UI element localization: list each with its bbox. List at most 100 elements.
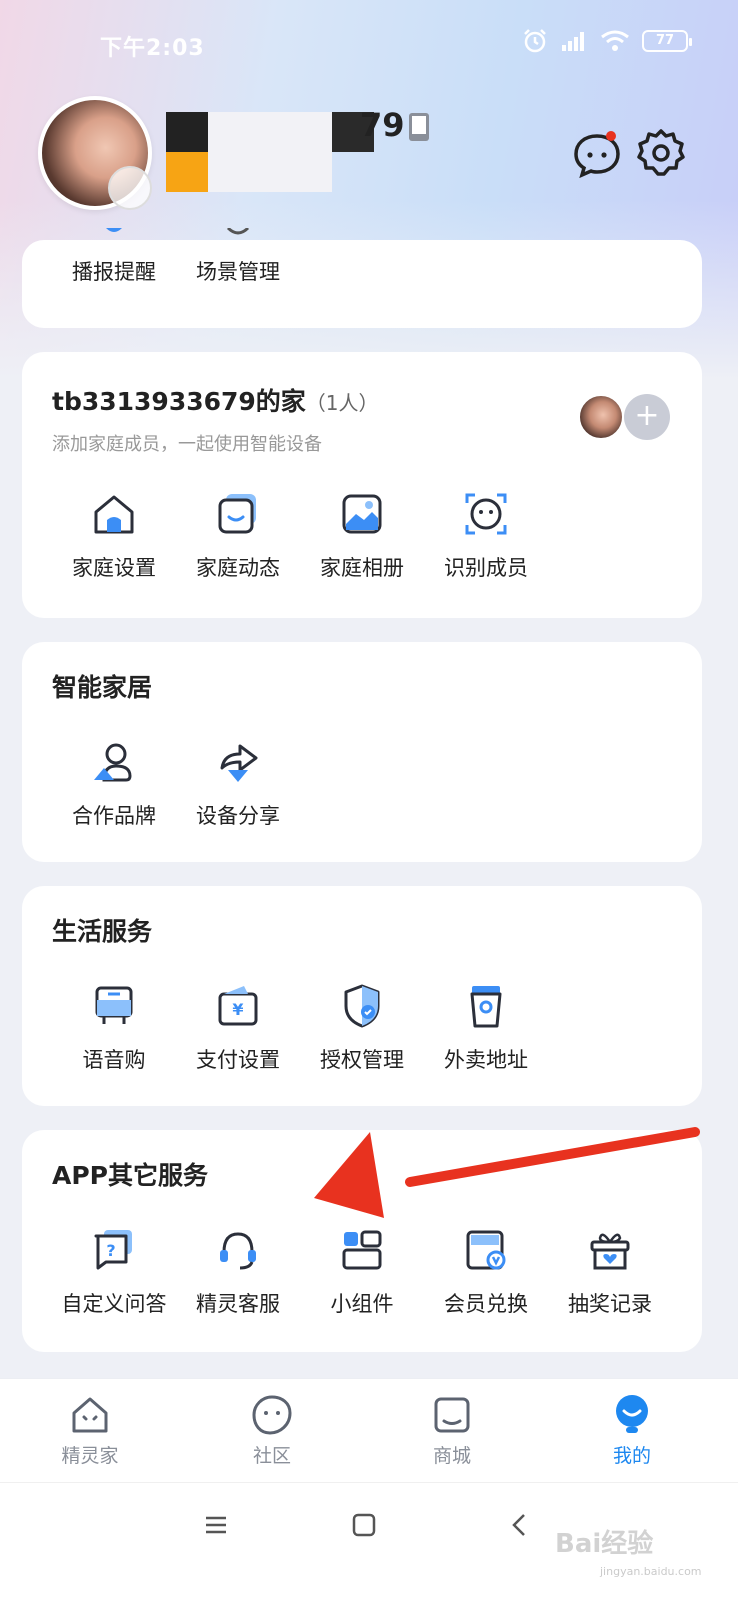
redacted-block (166, 152, 208, 192)
grid-item-partner-brand[interactable]: 合作品牌 (52, 738, 176, 830)
widget-icon (342, 1230, 382, 1270)
family-feed-icon (218, 494, 256, 534)
grid-item-label: 家庭动态 (196, 556, 280, 580)
redacted-block (166, 112, 208, 152)
scene-icon (226, 228, 250, 235)
grid-item-label: 合作品牌 (72, 804, 156, 828)
tab-mall[interactable]: 商城 (392, 1393, 512, 1468)
grid-item-broadcast[interactable]: 播报提醒 (52, 228, 176, 286)
status-time: 下午2:03 (100, 36, 205, 61)
grid-item-label: 小组件 (330, 1292, 394, 1316)
grid-item-label: 设备分享 (196, 804, 280, 828)
annotation-arrow (314, 1127, 700, 1218)
grid-item-lottery-record[interactable]: 抽奖记录 (548, 1226, 672, 1318)
grid-item-family-feed[interactable]: 家庭动态 (176, 490, 300, 582)
message-icon[interactable] (572, 130, 622, 178)
home-square-icon[interactable] (352, 1513, 376, 1537)
life-services-card: 生活服务 语音购 ¥ 支付设置 授权管理 外卖地址 (22, 886, 702, 1106)
takeout-address-icon (470, 986, 502, 1028)
partner-brand-icon (94, 743, 132, 782)
grid-item-authorization[interactable]: 授权管理 (300, 982, 424, 1074)
family-name: tb3313933679的家 (52, 387, 306, 416)
grid-item-label: 场景管理 (196, 260, 280, 284)
watermark: Bai经验 (555, 1529, 654, 1559)
tab-label: 商城 (432, 1445, 471, 1467)
add-member-button[interactable]: + (624, 394, 670, 440)
bottom-tab-bar: 精灵家 社区 商城 我的 (0, 1378, 738, 1482)
alarm-icon (524, 29, 546, 53)
customer-service-icon (220, 1232, 256, 1270)
member-avatar[interactable] (578, 394, 624, 440)
tab-community[interactable]: 社区 (212, 1393, 332, 1468)
grid-item-member-redeem[interactable]: 会员兑换 (424, 1226, 548, 1318)
grid-item-scene[interactable]: 场景管理 (176, 228, 300, 286)
grid-item-payment-settings[interactable]: ¥ 支付设置 (176, 982, 300, 1074)
redacted-block (208, 152, 332, 192)
broadcast-icon (106, 228, 122, 232)
mall-tab-icon (434, 1397, 470, 1433)
family-card: tb3313933679的家（1人） 添加家庭成员，一起使用智能设备 + 家庭设… (22, 352, 702, 618)
grid-item-label: 识别成员 (444, 556, 528, 580)
back-icon[interactable] (508, 1513, 532, 1537)
status-icons: 77 (522, 28, 692, 54)
top-services-card: 播报提醒 场景管理 (22, 228, 702, 328)
grid-item-label: 授权管理 (320, 1048, 404, 1072)
home-settings-icon (94, 495, 134, 534)
grid-item-label: 家庭设置 (72, 556, 156, 580)
svg-text:?: ? (106, 1241, 115, 1260)
watermark-url: jingyan.baidu.com (600, 1565, 702, 1578)
grid-item-label: 会员兑换 (444, 1292, 528, 1316)
vip-badge-icon (108, 166, 152, 210)
grid-item-label: 精灵客服 (196, 1292, 280, 1316)
family-member-count: （1人） (305, 391, 379, 415)
grid-item-label: 支付设置 (196, 1048, 280, 1072)
grid-item-voice-shopping[interactable]: 语音购 (52, 982, 176, 1074)
lottery-record-icon (590, 1233, 630, 1270)
grid-item-home-settings[interactable]: 家庭设置 (52, 490, 176, 582)
svg-text:¥: ¥ (232, 1000, 243, 1019)
payment-settings-icon: ¥ (218, 986, 258, 1026)
family-subtitle: 添加家庭成员，一起使用智能设备 (52, 434, 322, 455)
section-title: 生活服务 (52, 917, 153, 946)
custom-qa-icon: ? (94, 1230, 132, 1270)
section-title: 智能家居 (52, 673, 153, 702)
grid-item-customer-service[interactable]: 精灵客服 (176, 1226, 300, 1318)
battery-icon: 77 (642, 30, 692, 52)
grid-item-takeout-address[interactable]: 外卖地址 (424, 982, 548, 1074)
phone-icon (409, 113, 429, 141)
tab-label: 精灵家 (61, 1445, 119, 1467)
signal-icon (562, 32, 584, 51)
community-tab-icon (252, 1395, 292, 1435)
system-nav-bar: Bai经验 jingyan.baidu.com (0, 1482, 738, 1600)
profile-tab-icon (616, 1395, 648, 1433)
tab-home[interactable]: 精灵家 (30, 1393, 150, 1468)
grid-item-widget[interactable]: 小组件 (300, 1226, 424, 1318)
status-bar: 下午2:03 77 (0, 0, 738, 80)
grid-item-face-recognition[interactable]: 识别成员 (424, 490, 548, 582)
tab-label: 社区 (252, 1445, 291, 1467)
grid-item-label: 语音购 (82, 1048, 146, 1072)
family-album-icon (342, 494, 382, 534)
redacted-block (208, 112, 332, 152)
member-redeem-icon (466, 1230, 506, 1270)
tab-label: 我的 (612, 1445, 651, 1467)
wifi-icon (601, 30, 629, 51)
grid-item-custom-qa[interactable]: ? 自定义问答 (52, 1226, 176, 1318)
grid-item-label: 自定义问答 (61, 1292, 167, 1316)
device-share-icon (220, 744, 258, 782)
tab-profile[interactable]: 我的 (572, 1393, 692, 1468)
username[interactable]: 79 (360, 106, 405, 144)
section-title: APP其它服务 (52, 1161, 208, 1190)
face-recognition-icon (465, 493, 507, 535)
smart-home-card: 智能家居 合作品牌 设备分享 (22, 642, 702, 862)
grid-item-label: 播报提醒 (72, 260, 156, 284)
voice-shopping-icon (95, 986, 133, 1024)
grid-item-label: 抽奖记录 (568, 1292, 652, 1316)
menu-icon[interactable] (204, 1513, 228, 1537)
home-tab-icon (72, 1397, 108, 1433)
settings-gear-icon[interactable] (636, 128, 686, 178)
grid-item-label: 外卖地址 (444, 1048, 528, 1072)
family-title[interactable]: tb3313933679的家（1人） (52, 382, 379, 418)
grid-item-device-share[interactable]: 设备分享 (176, 738, 300, 830)
grid-item-family-album[interactable]: 家庭相册 (300, 490, 424, 582)
